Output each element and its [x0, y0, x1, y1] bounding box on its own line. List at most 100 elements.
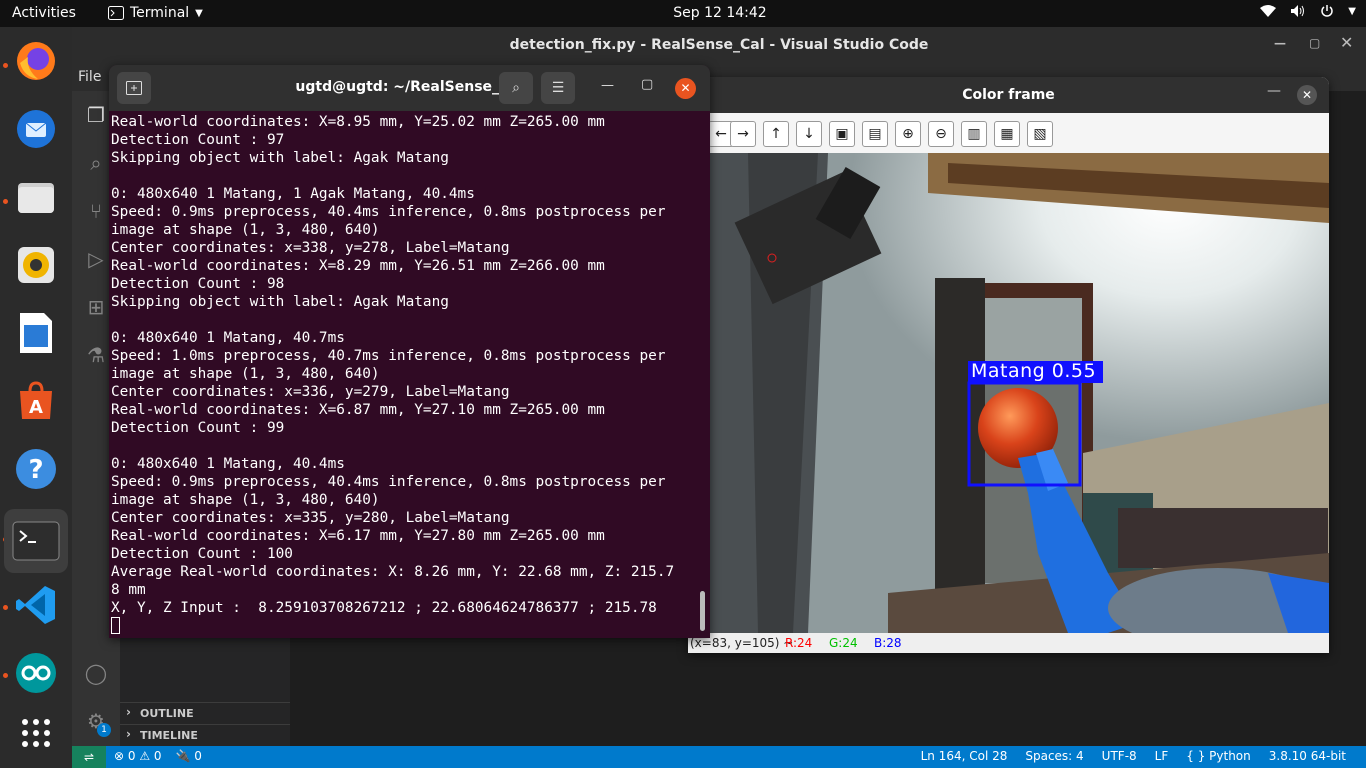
terminal-line: Skipping object with label: Agak Matang	[111, 294, 449, 310]
terminal-output[interactable]: Real-world coordinates: X=8.95 mm, Y=25.…	[111, 113, 703, 617]
maximize-icon[interactable]: ▢	[641, 77, 653, 92]
source-control-icon[interactable]: ⑂	[84, 199, 108, 223]
eol-status[interactable]: LF	[1155, 749, 1169, 763]
language-mode[interactable]: { } Python	[1186, 749, 1251, 763]
vscode-icon[interactable]	[12, 581, 60, 629]
color-frame-titlebar: Color frame — ✕	[688, 77, 1329, 113]
terminal-line: image at shape (1, 3, 480, 640)	[111, 222, 380, 238]
terminal-line: Detection Count : 98	[111, 276, 285, 292]
cursor-position[interactable]: Ln 164, Col 28	[921, 749, 1008, 763]
help-icon[interactable]: ?	[12, 445, 60, 493]
ports-status[interactable]: 🔌 0	[176, 749, 202, 763]
terminal-line: X, Y, Z Input : 8.259103708267212 ; 22.6…	[111, 600, 657, 616]
activities-button[interactable]: Activities	[12, 5, 76, 21]
terminal-line: image at shape (1, 3, 480, 640)	[111, 492, 380, 508]
terminal-line: Real-world coordinates: X=6.87 mm, Y=27.…	[111, 402, 605, 418]
terminal-headerbar: ugtd@ugtd: ~/RealSense_Cal ⌕ ☰ — ▢ ✕	[109, 65, 710, 111]
properties-icon[interactable]: ▧	[1027, 121, 1053, 147]
extensions-icon[interactable]: ⊞	[84, 295, 108, 319]
image-toolbar: ← → ↑ ↓ ▣ ▤ ⊕ ⊖ ▥ ▦ ▧	[688, 113, 1329, 153]
pixel-coords: (x=83, y=105) ~	[690, 636, 794, 650]
account-icon[interactable]: ◯	[84, 661, 108, 685]
pan-down-icon[interactable]: ↓	[796, 121, 822, 147]
problems-status[interactable]: ⊗ 0 ⚠ 0	[114, 749, 162, 763]
show-apps-icon[interactable]	[12, 709, 60, 757]
app-menu-label: Terminal	[130, 5, 190, 21]
run-debug-icon[interactable]: ▷	[84, 247, 108, 271]
save-icon[interactable]: ▥	[961, 121, 987, 147]
running-indicator	[3, 63, 8, 68]
remote-indicator[interactable]: ⇌	[72, 746, 106, 768]
pixel-blue: B:28	[874, 636, 902, 650]
timeline-label: TIMELINE	[140, 729, 198, 742]
terminal-line: Detection Count : 97	[111, 132, 285, 148]
terminal-line: Center coordinates: x=335, y=280, Label=…	[111, 510, 510, 526]
arduino-icon[interactable]	[12, 649, 60, 697]
close-icon[interactable]: ✕	[1297, 85, 1317, 105]
clock[interactable]: Sep 12 14:42	[673, 5, 766, 21]
pan-right-icon[interactable]: →	[730, 121, 756, 147]
explorer-icon[interactable]: ❐	[84, 103, 108, 127]
top-bar: Activities Terminal ▼ Sep 12 14:42 ▼	[0, 0, 1366, 27]
settings-badge: 1	[97, 723, 111, 737]
terminal-scrollbar[interactable]	[700, 591, 705, 631]
copy-icon[interactable]: ▦	[994, 121, 1020, 147]
camera-image[interactable]: Matang 0.55	[688, 153, 1329, 633]
outline-section[interactable]: › OUTLINE	[120, 702, 290, 725]
app-center-icon[interactable]: A	[12, 377, 60, 425]
menu-file[interactable]: File	[78, 69, 101, 85]
terminal-line: Real-world coordinates: X=6.17 mm, Y=27.…	[111, 528, 605, 544]
maximize-icon[interactable]: ▢	[1309, 36, 1320, 50]
terminal-line: Detection Count : 100	[111, 546, 293, 562]
pan-up-icon[interactable]: ↑	[763, 121, 789, 147]
minimize-icon[interactable]: —	[1267, 83, 1281, 99]
color-frame-window: Color frame — ✕ ← → ↑ ↓ ▣ ▤ ⊕ ⊖ ▥ ▦ ▧ Ma…	[688, 77, 1329, 653]
timeline-section[interactable]: › TIMELINE	[120, 724, 290, 747]
svg-text:A: A	[29, 397, 43, 418]
terminal-app-icon	[108, 6, 124, 20]
search-icon[interactable]: ⌕	[499, 72, 533, 104]
firefox-icon[interactable]	[12, 37, 60, 85]
terminal-line: Center coordinates: x=336, y=279, Label=…	[111, 384, 510, 400]
files-icon[interactable]	[12, 173, 60, 221]
pixel-green: G:24	[829, 636, 858, 650]
system-tray[interactable]: ▼	[1260, 4, 1356, 18]
pixel-info-bar: (x=83, y=105) ~ R:24 G:24 B:28	[688, 633, 1329, 653]
outline-label: OUTLINE	[140, 707, 194, 720]
testing-icon[interactable]: ⚗	[84, 343, 108, 367]
detection-label: Matang 0.55	[971, 360, 1097, 382]
running-indicator	[3, 605, 8, 610]
pixel-red: R:24	[785, 636, 813, 650]
zoom-original-icon[interactable]: ▣	[829, 121, 855, 147]
thunderbird-icon[interactable]	[12, 105, 60, 153]
terminal-line: 0: 480x640 1 Matang, 40.7ms	[111, 330, 345, 346]
zoom-out-icon[interactable]: ⊖	[928, 121, 954, 147]
rhythmbox-icon[interactable]	[12, 241, 60, 289]
close-icon[interactable]: ✕	[1340, 33, 1353, 52]
search-icon[interactable]: ⌕	[84, 151, 108, 175]
app-menu[interactable]: Terminal ▼	[108, 5, 203, 21]
libreoffice-writer-icon[interactable]	[12, 309, 60, 357]
terminal-line: Speed: 0.9ms preprocess, 40.4ms inferenc…	[111, 204, 666, 220]
python-interpreter[interactable]: 3.8.10 64-bit	[1269, 749, 1346, 763]
minimize-icon[interactable]: —	[1274, 36, 1286, 50]
zoom-fit-icon[interactable]: ▤	[862, 121, 888, 147]
indentation-status[interactable]: Spaces: 4	[1025, 749, 1083, 763]
hamburger-menu-icon[interactable]: ☰	[541, 72, 575, 104]
terminal-line: image at shape (1, 3, 480, 640)	[111, 366, 380, 382]
terminal-icon[interactable]	[4, 509, 68, 573]
close-icon[interactable]: ✕	[675, 78, 696, 99]
window-title: detection_fix.py - RealSense_Cal - Visua…	[509, 37, 929, 53]
terminal-line: Detection Count : 99	[111, 420, 285, 436]
terminal-line: Real-world coordinates: X=8.29 mm, Y=26.…	[111, 258, 605, 274]
encoding-status[interactable]: UTF-8	[1102, 749, 1137, 763]
terminal-line: 0: 480x640 1 Matang, 40.4ms	[111, 456, 345, 472]
power-icon	[1321, 5, 1333, 17]
terminal-line: Real-world coordinates: X=8.95 mm, Y=25.…	[111, 114, 605, 130]
status-bar: ⇌ ⊗ 0 ⚠ 0 🔌 0 Ln 164, Col 28 Spaces: 4 U…	[72, 746, 1366, 768]
volume-icon	[1291, 5, 1305, 17]
chevron-down-icon: ▼	[195, 7, 203, 19]
zoom-in-icon[interactable]: ⊕	[895, 121, 921, 147]
running-indicator	[3, 673, 8, 678]
minimize-icon[interactable]: —	[601, 78, 614, 93]
